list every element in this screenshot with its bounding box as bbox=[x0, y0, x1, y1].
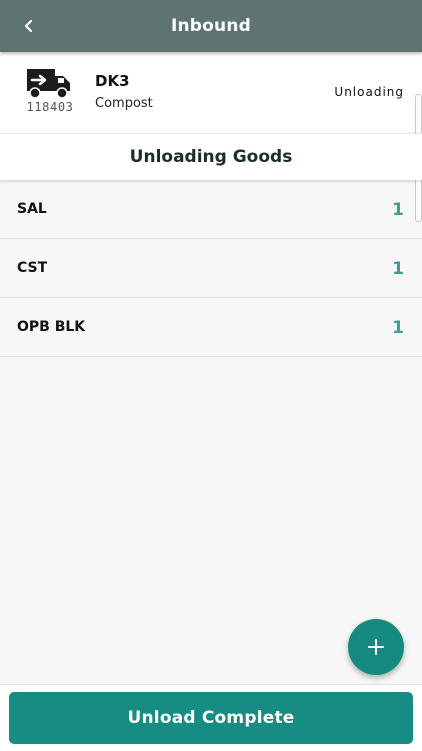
goods-quantity: 1 bbox=[392, 259, 404, 279]
goods-name: CST bbox=[17, 260, 48, 276]
section-title: Unloading Goods bbox=[129, 147, 293, 167]
app-bar: Inbound bbox=[0, 0, 422, 52]
unload-complete-button[interactable]: Unload Complete bbox=[9, 692, 413, 744]
delivery-truck-icon bbox=[27, 69, 70, 99]
section-header: Unloading Goods bbox=[0, 133, 422, 180]
truck-badge: 118403 bbox=[18, 67, 82, 119]
goods-list: SAL 1 CST 1 OPB BLK 1 bbox=[0, 180, 422, 357]
vehicle-info-card: 118403 DK3 Compost Unloading bbox=[0, 52, 422, 222]
goods-row[interactable]: SAL 1 bbox=[0, 180, 422, 239]
goods-quantity: 1 bbox=[392, 200, 404, 220]
status-label: Unloading bbox=[334, 85, 404, 99]
truck-id: 118403 bbox=[26, 100, 74, 114]
add-goods-button[interactable] bbox=[348, 619, 404, 675]
goods-row[interactable]: CST 1 bbox=[0, 239, 422, 298]
goods-row[interactable]: OPB BLK 1 bbox=[0, 298, 422, 357]
vehicle-name: DK3 bbox=[95, 72, 130, 90]
goods-name: OPB BLK bbox=[17, 319, 86, 335]
plus-icon bbox=[368, 639, 384, 655]
goods-quantity: 1 bbox=[392, 318, 404, 338]
goods-name: SAL bbox=[17, 201, 47, 217]
vehicle-cargo: Compost bbox=[95, 96, 153, 111]
page-title: Inbound bbox=[170, 16, 252, 36]
bottom-bar: Unload Complete bbox=[0, 684, 422, 751]
